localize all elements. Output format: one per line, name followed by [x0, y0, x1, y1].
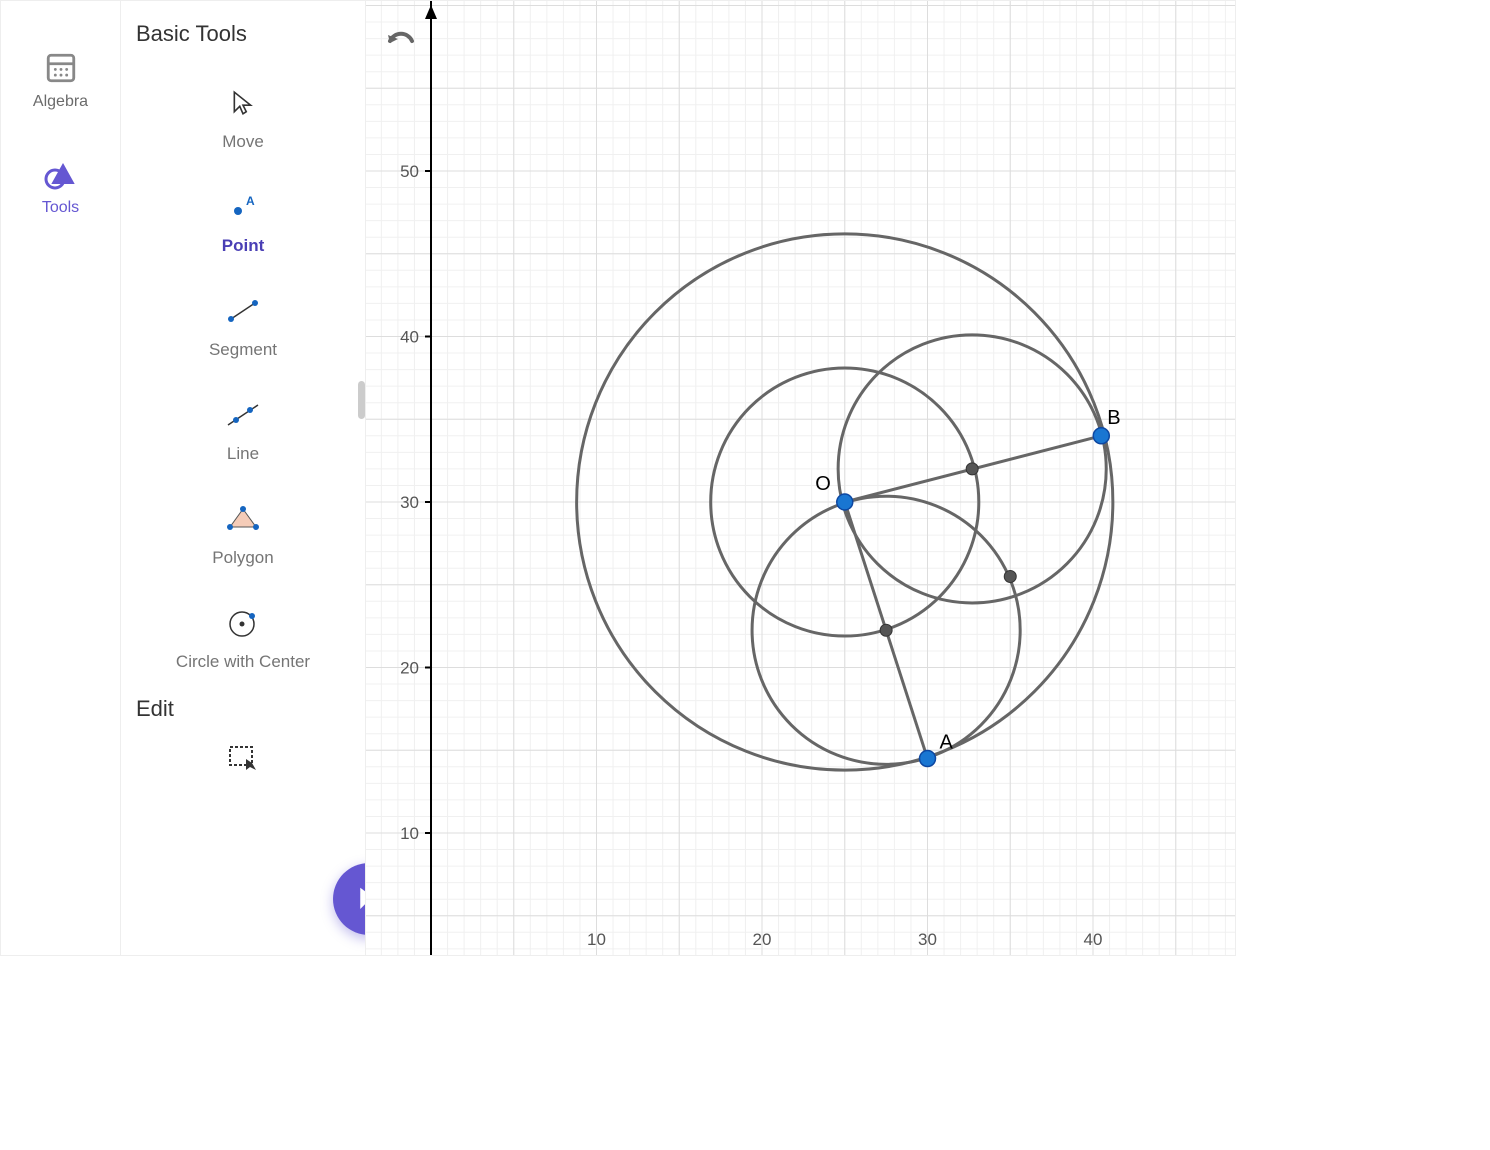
tool-select[interactable] [136, 722, 350, 776]
nav-tools-label: Tools [42, 199, 79, 217]
svg-text:A: A [246, 195, 255, 208]
point-icon: A [225, 189, 261, 225]
graph-canvas: 10 20 30 40 50 10 20 30 40 O A B [366, 1, 1235, 955]
svg-text:30: 30 [400, 493, 419, 512]
svg-text:B: B [1107, 407, 1120, 429]
tool-circle-label: Circle with Center [176, 651, 310, 673]
view-switcher: Algebra Tools [1, 1, 121, 955]
tool-line[interactable]: Line [136, 379, 350, 483]
tool-segment[interactable]: Segment [136, 275, 350, 379]
tool-move-label: Move [222, 131, 264, 153]
undo-button[interactable] [386, 29, 416, 56]
nav-algebra-label: Algebra [33, 93, 88, 111]
svg-text:O: O [815, 473, 831, 495]
undo-icon [386, 29, 416, 51]
tool-polygon[interactable]: Polygon [136, 483, 350, 587]
svg-text:10: 10 [587, 930, 606, 949]
cursor-filled-icon [354, 884, 366, 914]
graphics-view[interactable]: 10 20 30 40 50 10 20 30 40 O A B [366, 1, 1235, 955]
svg-text:50: 50 [400, 162, 419, 181]
svg-text:30: 30 [918, 930, 937, 949]
tools-header: Basic Tools [136, 21, 350, 47]
cursor-icon [225, 85, 261, 121]
svg-text:10: 10 [400, 824, 419, 843]
svg-text:20: 20 [753, 930, 772, 949]
line-icon [225, 397, 261, 433]
circle-center-icon [225, 605, 261, 641]
tool-point-label: Point [222, 235, 265, 257]
scrollbar-thumb[interactable] [358, 381, 365, 419]
nav-tools[interactable]: Tools [42, 161, 79, 217]
svg-text:40: 40 [400, 328, 419, 347]
svg-text:20: 20 [400, 659, 419, 678]
svg-text:A: A [940, 732, 954, 754]
tool-move[interactable]: Move [136, 67, 350, 171]
segment-icon [225, 293, 261, 329]
svg-text:40: 40 [1084, 930, 1103, 949]
tool-segment-label: Segment [209, 339, 277, 361]
tool-circle[interactable]: Circle with Center [136, 587, 350, 691]
edit-header: Edit [136, 696, 350, 722]
tool-polygon-label: Polygon [212, 547, 273, 569]
tools-panel: Basic Tools Move A Point Segment Line [121, 1, 366, 955]
nav-algebra[interactable]: Algebra [33, 51, 88, 111]
select-rect-icon [225, 740, 261, 776]
tool-point[interactable]: A Point [136, 171, 350, 275]
tool-line-label: Line [227, 443, 259, 465]
calculator-icon [44, 51, 78, 85]
polygon-icon [225, 501, 261, 537]
shapes-icon [43, 161, 77, 191]
fab-move-tool[interactable] [333, 863, 366, 935]
